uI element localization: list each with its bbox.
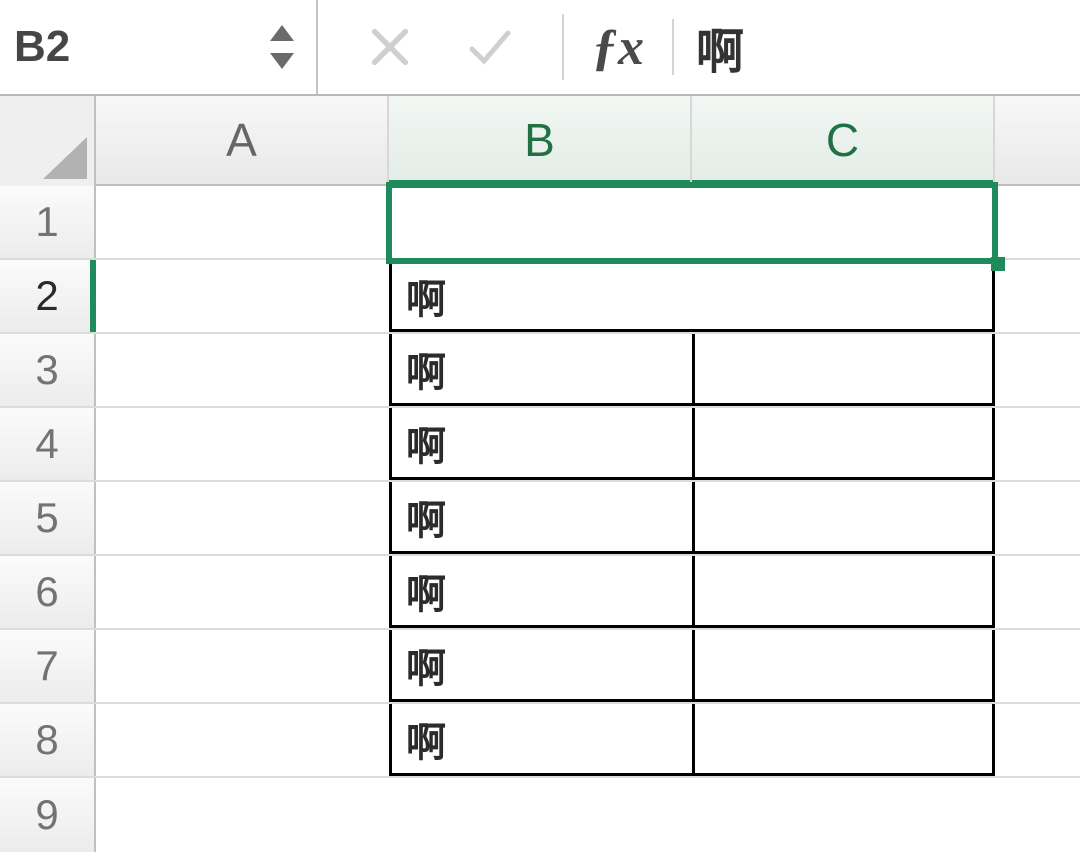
spreadsheet-grid[interactable]: A B C 1 2 啊 3 啊 4 啊 xyxy=(0,96,1080,860)
column-header-next[interactable] xyxy=(995,96,1080,184)
chevron-down-icon[interactable] xyxy=(270,53,294,69)
row-header[interactable]: 4 xyxy=(0,408,96,480)
name-box-container[interactable]: B2 xyxy=(0,0,318,94)
fx-label[interactable]: ƒx xyxy=(564,18,672,77)
cell-A9[interactable] xyxy=(96,778,389,852)
table-row: 6 啊 xyxy=(0,556,1080,630)
cell-A8[interactable] xyxy=(96,704,389,776)
cell-C1[interactable] xyxy=(692,186,995,258)
cell-B1[interactable] xyxy=(389,186,692,258)
cell-A6[interactable] xyxy=(96,556,389,628)
cancel-icon[interactable] xyxy=(368,25,412,69)
row-header[interactable]: 2 xyxy=(0,260,96,332)
cell-B9[interactable] xyxy=(389,778,692,852)
cell-A5[interactable] xyxy=(96,482,389,554)
fill-handle[interactable] xyxy=(991,257,1005,271)
divider xyxy=(672,19,674,75)
table-row: 1 xyxy=(0,186,1080,260)
table-row: 2 啊 xyxy=(0,260,1080,334)
column-header-B[interactable]: B xyxy=(389,96,692,184)
table-row: 7 啊 xyxy=(0,630,1080,704)
cell-D8[interactable] xyxy=(995,704,1080,776)
cell-D3[interactable] xyxy=(995,334,1080,406)
cell-A1[interactable] xyxy=(96,186,389,258)
table-row: 4 啊 xyxy=(0,408,1080,482)
select-all-corner[interactable] xyxy=(0,96,96,186)
row-header[interactable]: 9 xyxy=(0,778,96,852)
row-header[interactable]: 1 xyxy=(0,186,96,258)
cell-A7[interactable] xyxy=(96,630,389,702)
cell-B8[interactable]: 啊 xyxy=(389,704,692,776)
formula-input[interactable]: 啊 xyxy=(696,12,744,82)
cell-B3[interactable]: 啊 xyxy=(389,334,692,406)
cell-C6[interactable] xyxy=(692,556,995,628)
cell-A3[interactable] xyxy=(96,334,389,406)
cell-A2[interactable] xyxy=(96,260,389,332)
cell-B6[interactable]: 啊 xyxy=(389,556,692,628)
table-row: 9 xyxy=(0,778,1080,852)
row-header[interactable]: 3 xyxy=(0,334,96,406)
chevron-up-icon[interactable] xyxy=(270,25,294,41)
row-header[interactable]: 6 xyxy=(0,556,96,628)
cell-B4[interactable]: 啊 xyxy=(389,408,692,480)
cell-D9[interactable] xyxy=(995,778,1080,852)
cell-C8[interactable] xyxy=(692,704,995,776)
cell-D4[interactable] xyxy=(995,408,1080,480)
column-header-A[interactable]: A xyxy=(96,96,389,184)
cell-D1[interactable] xyxy=(995,186,1080,258)
row-header[interactable]: 7 xyxy=(0,630,96,702)
name-box-stepper[interactable] xyxy=(270,25,316,69)
table-row: 3 啊 xyxy=(0,334,1080,408)
cell-C2[interactable] xyxy=(692,260,995,332)
cell-D7[interactable] xyxy=(995,630,1080,702)
cell-B2[interactable]: 啊 xyxy=(389,260,692,332)
cell-D5[interactable] xyxy=(995,482,1080,554)
cell-A4[interactable] xyxy=(96,408,389,480)
cell-C9[interactable] xyxy=(692,778,995,852)
column-header-C[interactable]: C xyxy=(692,96,995,184)
cell-C5[interactable] xyxy=(692,482,995,554)
cell-B7[interactable]: 啊 xyxy=(389,630,692,702)
cell-D6[interactable] xyxy=(995,556,1080,628)
cell-D2[interactable] xyxy=(995,260,1080,332)
formula-bar: B2 ƒx 啊 xyxy=(0,0,1080,96)
row-header[interactable]: 5 xyxy=(0,482,96,554)
cell-B5[interactable]: 啊 xyxy=(389,482,692,554)
formula-bar-buttons xyxy=(318,14,564,80)
cell-C4[interactable] xyxy=(692,408,995,480)
confirm-icon[interactable] xyxy=(468,25,512,69)
cell-C7[interactable] xyxy=(692,630,995,702)
cell-C3[interactable] xyxy=(692,334,995,406)
name-box[interactable]: B2 xyxy=(14,22,270,72)
rows: 1 2 啊 3 啊 4 啊 5 xyxy=(0,186,1080,852)
table-row: 8 啊 xyxy=(0,704,1080,778)
row-header[interactable]: 8 xyxy=(0,704,96,776)
table-row: 5 啊 xyxy=(0,482,1080,556)
column-headers: A B C xyxy=(0,96,1080,186)
